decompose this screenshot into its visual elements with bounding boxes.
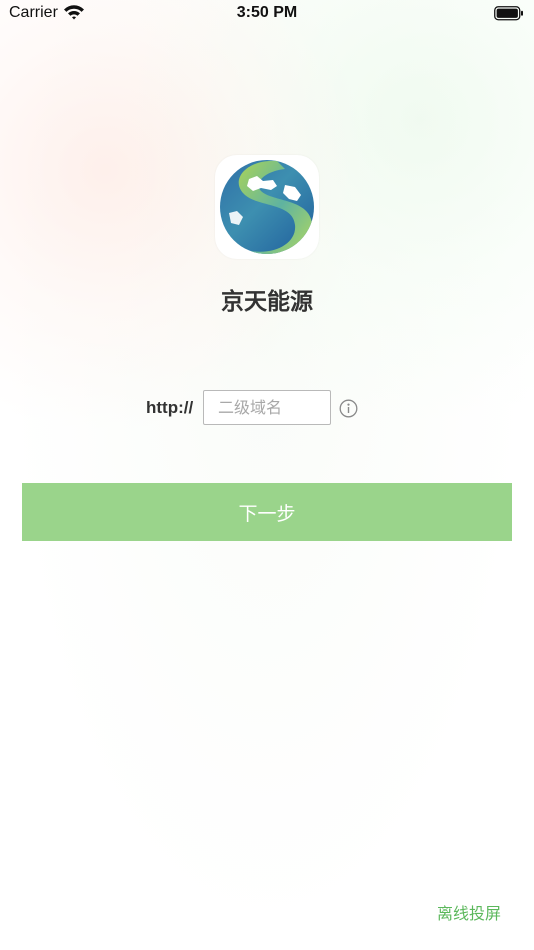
status-time: 3:50 PM [236, 4, 298, 21]
info-icon[interactable] [339, 399, 358, 418]
next-button[interactable]: 下一步 [22, 483, 512, 541]
subdomain-input[interactable] [203, 390, 331, 425]
url-prefix-label: http:// [146, 398, 194, 417]
app-logo-icon [215, 155, 319, 259]
status-bar: Carrier 3:50 PM [0, 0, 534, 28]
offline-projection-link[interactable]: 离线投屏 [437, 900, 501, 924]
app-name: 京天能源 [221, 289, 313, 315]
battery-icon [494, 6, 524, 25]
